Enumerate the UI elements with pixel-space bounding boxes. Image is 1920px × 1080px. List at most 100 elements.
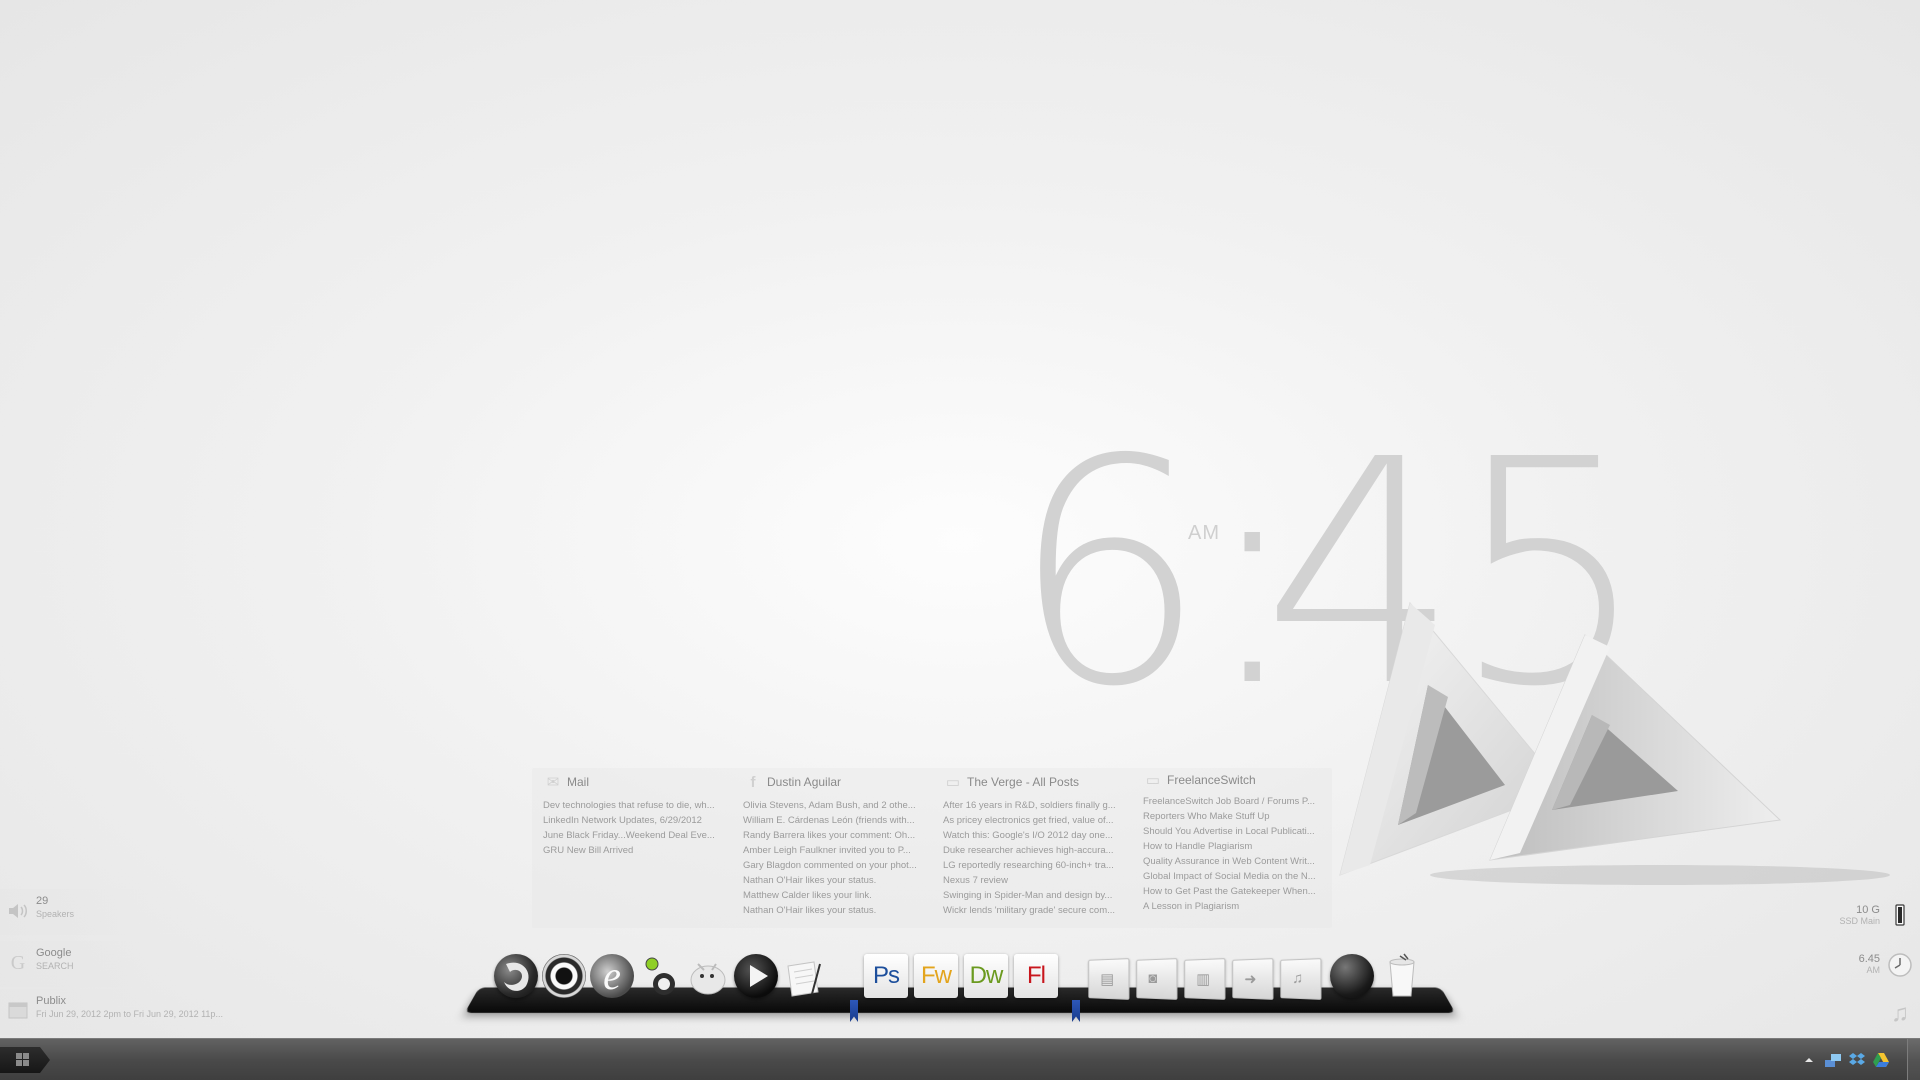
feed-item[interactable]: Duke researcher achieves high-accura... [943,843,1121,858]
feed-item[interactable]: How to Get Past the Gatekeeper When... [1143,884,1321,899]
feed-item[interactable]: FreelanceSwitch Job Board / Forums P... [1143,794,1321,809]
webcam-icon[interactable] [542,952,586,1000]
feed-item[interactable]: William E. Cárdenas León (friends with..… [743,813,921,828]
feed-the-verge: ▭ The Verge - All Posts After 16 years i… [932,768,1122,928]
triangles-logo [1339,601,1890,885]
feed-item[interactable]: A Lesson in Plagiarism [1143,899,1321,914]
feed-header[interactable]: ▭ The Verge - All Posts [943,773,1133,793]
feed-item[interactable]: June Black Friday...Weekend Deal Eve... [543,828,721,843]
feed-item[interactable]: Dev technologies that refuse to die, wh.… [543,798,721,813]
feed-item[interactable]: Nexus 7 review [943,873,1121,888]
feed-item[interactable]: Wickr lends 'military grade' secure com.… [943,903,1121,918]
rss-icon: ▭ [945,774,961,791]
feed-item[interactable]: How to Handle Plagiarism [1143,839,1321,854]
feed-item[interactable]: Should You Advertise in Local Publicati.… [1143,824,1321,839]
feed-header[interactable]: ▭ FreelanceSwitch [1143,771,1333,791]
time-widget[interactable]: 6.45 AM [1800,951,1920,991]
calendar-event-title: Publix [36,995,66,1007]
feed-item[interactable]: Randy Barrera likes your comment: Oh... [743,828,921,843]
time-label: AM [1866,965,1881,975]
feed-title: The Verge - All Posts [967,775,1080,789]
volume-label: Speakers [36,909,75,919]
desktop: 6 : 45 AM ✉ Mail Dev technologies that r… [0,0,1920,1038]
pidgin-icon[interactable] [686,952,730,1000]
network-globe-icon[interactable] [1330,952,1374,1000]
dock-separator-ribbon [1072,1000,1080,1022]
dropbox-tray-icon[interactable] [1848,1051,1866,1069]
feed-header[interactable]: f Dustin Aguilar [743,773,933,793]
play-icon[interactable] [734,952,778,1000]
rss-icon: ▭ [1145,772,1161,789]
flash-label: Fl [1014,954,1058,998]
folder-glyph: ▥ [1196,970,1211,989]
feed-facebook: f Dustin Aguilar Olivia Stevens, Adam Bu… [732,768,922,928]
calendar-icon [6,999,30,1023]
search-widget[interactable]: G Google SEARCH [0,941,240,987]
folder-glyph: ➜ [1244,970,1257,989]
network-tray-icon[interactable] [1824,1051,1842,1069]
pictures-folder-icon[interactable]: ◙ [1134,952,1178,1000]
messenger-icon[interactable] [638,952,682,1000]
feed-item[interactable]: Global Impact of Social Media on the N..… [1143,869,1321,884]
dock: e Ps Fw Dw Fl ▤ ◙ ▥ ➜ ♫ [464,950,1456,1022]
recycle-bin-icon[interactable] [1380,952,1424,1000]
feed-item[interactable]: GRU New Bill Arrived [543,843,721,858]
feed-item[interactable]: LG reportedly researching 60-inch+ tra..… [943,858,1121,873]
feed-freelanceswitch: ▭ FreelanceSwitch FreelanceSwitch Job Bo… [1132,768,1322,928]
feed-item[interactable]: Quality Assurance in Web Content Writ... [1143,854,1321,869]
feed-item[interactable]: LinkedIn Network Updates, 6/29/2012 [543,813,721,828]
flash-icon[interactable]: Fl [1014,952,1058,1000]
documents-folder-icon[interactable]: ▤ [1086,952,1130,1000]
feed-item[interactable]: Olivia Stevens, Adam Bush, and 2 othe... [743,798,921,813]
speaker-icon [6,899,30,923]
feed-title: Dustin Aguilar [767,775,842,789]
feed-item[interactable]: Gary Blagdon commented on your phot... [743,858,921,873]
notepad-icon[interactable] [782,952,826,1000]
feed-item[interactable]: Swinging in Spider-Man and design by... [943,888,1121,903]
dreamweaver-icon[interactable]: Dw [964,952,1008,1000]
photoshop-icon[interactable]: Ps [864,952,908,1000]
google-icon: G [10,952,26,974]
feed-item[interactable]: As pricey electronics get fried, value o… [943,813,1121,828]
music-folder-icon[interactable]: ♫ [1278,952,1322,1000]
feed-header[interactable]: ✉ Mail [543,773,733,793]
volume-value: 29 [36,895,49,907]
calendar-event-time: Fri Jun 29, 2012 2pm to Fri Jun 29, 2012… [36,1009,223,1019]
clock-icon [1886,951,1914,979]
facebook-icon: f [750,774,756,791]
search-provider: Google [36,947,72,959]
feed-item[interactable]: After 16 years in R&D, soldiers finally … [943,798,1121,813]
feed-item[interactable]: Nathan O'Hair likes your status. [743,903,921,918]
folder-glyph: ♫ [1292,969,1304,988]
calendar-widget[interactable]: Publix Fri Jun 29, 2012 2pm to Fri Jun 2… [0,989,240,1035]
feed-item[interactable]: Reporters Who Make Stuff Up [1143,809,1321,824]
google-drive-tray-icon[interactable] [1872,1051,1890,1069]
feed-item[interactable]: Nathan O'Hair likes your status. [743,873,921,888]
feed-title: Mail [567,775,590,789]
ie-icon[interactable]: e [590,952,634,1000]
volume-widget[interactable]: 29 Speakers [0,889,240,935]
feed-title: FreelanceSwitch [1167,773,1256,787]
tray-expand-arrow-icon[interactable] [1800,1051,1818,1069]
fireworks-label: Fw [914,954,958,998]
feeds-panel: ✉ Mail Dev technologies that refuse to d… [532,768,1332,928]
feed-item[interactable]: Amber Leigh Faulkner invited you to P... [743,843,921,858]
drive-icon [1886,902,1914,930]
music-widget[interactable]: ♫ [1800,1000,1920,1040]
windows-logo-icon [16,1053,29,1066]
videos-folder-icon[interactable]: ▥ [1182,952,1226,1000]
dock-separator-ribbon [850,1000,858,1022]
feed-item[interactable]: Watch this: Google's I/O 2012 day one... [943,828,1121,843]
firefox-icon[interactable] [494,952,538,1000]
downloads-folder-icon[interactable]: ➜ [1230,952,1274,1000]
time-value: 6.45 [1858,953,1880,965]
search-label: SEARCH [36,961,74,971]
disk-widget[interactable]: 10 G SSD Main [1800,902,1920,942]
dreamweaver-label: Dw [964,954,1008,998]
start-button[interactable] [0,1047,50,1073]
show-desktop-button[interactable] [1907,1039,1920,1080]
photoshop-label: Ps [864,954,908,998]
taskbar [0,1038,1920,1080]
feed-item[interactable]: Matthew Calder likes your link. [743,888,921,903]
fireworks-icon[interactable]: Fw [914,952,958,1000]
